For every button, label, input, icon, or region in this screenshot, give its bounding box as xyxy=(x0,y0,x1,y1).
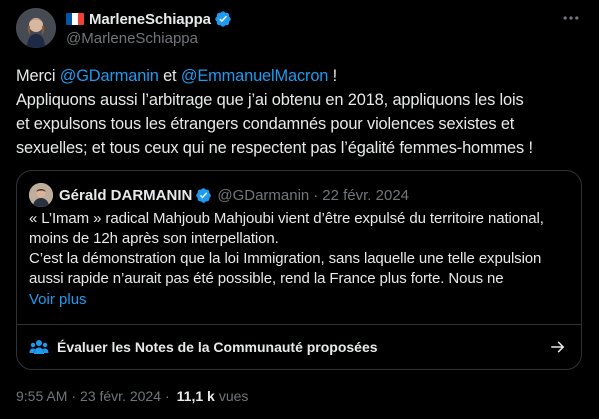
tweet-text-segment: et expulsons tous les étrangers condamné… xyxy=(16,115,515,133)
quoted-text-line: C’est la démonstration que la loi Immigr… xyxy=(29,250,542,267)
more-options-button[interactable] xyxy=(559,8,583,28)
quoted-tweet-date: 22 févr. 2024 xyxy=(322,186,410,204)
more-horizontal-icon xyxy=(563,16,579,20)
separator-dot: · xyxy=(313,186,319,204)
quoted-text-line: aussi rapide n’aurait pas été possible, … xyxy=(29,270,504,287)
france-flag-icon xyxy=(66,13,84,25)
quoted-text-line: moins de 12h après son interpellation. xyxy=(29,230,279,247)
quoted-author-avatar xyxy=(29,183,53,207)
tweet-date[interactable]: 23 févr. 2024 xyxy=(80,388,161,404)
tweet-text-line: Merci @GDarmanin et @EmmanuelMacron ! xyxy=(16,64,586,88)
tweet-text-segment: ! xyxy=(328,67,338,85)
quoted-author-name: Gérald DARMANIN xyxy=(59,186,193,204)
author-display-name[interactable]: MarleneSchiappa xyxy=(89,11,211,28)
views-label: vues xyxy=(218,388,249,404)
mention-link[interactable]: @GDarmanin xyxy=(60,67,159,85)
show-more-link[interactable]: Voir plus xyxy=(29,291,87,308)
quoted-text-line: « L’Imam » radical Mahjoub Mahjoubi vien… xyxy=(29,210,544,227)
tweet-text-segment: Appliquons aussi l’arbitrage que j’ai ob… xyxy=(16,91,524,109)
quoted-author-handle: @GDarmanin xyxy=(217,186,310,204)
verified-badge-icon[interactable] xyxy=(214,10,232,28)
tweet-text-segment: et xyxy=(158,67,181,85)
community-people-icon xyxy=(29,340,49,354)
community-notes-label: Évaluer les Notes de la Communauté propo… xyxy=(57,339,378,355)
separator-dot: · xyxy=(71,388,77,404)
tweet-meta: 9:55 AM · 23 févr. 2024 · 11,1 k vues xyxy=(16,388,248,404)
views-count: 11,1 k xyxy=(176,388,215,404)
verified-badge-icon xyxy=(196,187,212,203)
community-notes-button[interactable]: Évaluer les Notes de la Communauté propo… xyxy=(17,324,581,369)
tweet: MarleneSchiappa @MarleneSchiappa Merci @… xyxy=(0,0,599,419)
quoted-tweet-text: « L’Imam » radical Mahjoub Mahjoubi vien… xyxy=(29,209,574,289)
separator-dot: · xyxy=(165,388,170,404)
tweet-text-line: et expulsons tous les étrangers condamné… xyxy=(16,112,586,136)
tweet-time[interactable]: 9:55 AM xyxy=(16,388,67,404)
quoted-tweet-header: Gérald DARMANIN @GDarmanin · 22 févr. 20… xyxy=(59,186,409,204)
quoted-tweet-card[interactable]: Gérald DARMANIN @GDarmanin · 22 févr. 20… xyxy=(16,170,582,370)
tweet-text-segment: sexuelles; et tous ceux qui ne respecten… xyxy=(16,139,533,157)
author-name-row: MarleneSchiappa xyxy=(66,10,232,28)
author-avatar[interactable] xyxy=(16,8,56,48)
mention-link[interactable]: @EmmanuelMacron xyxy=(181,67,329,85)
tweet-text-line: sexuelles; et tous ceux qui ne respecten… xyxy=(16,136,586,160)
arrow-right-icon xyxy=(551,341,565,353)
tweet-text: Merci @GDarmanin et @EmmanuelMacron ! App… xyxy=(16,64,586,160)
author-handle[interactable]: @MarleneSchiappa xyxy=(66,30,198,47)
tweet-text-line: Appliquons aussi l’arbitrage que j’ai ob… xyxy=(16,88,586,112)
tweet-text-segment: Merci xyxy=(16,67,60,85)
